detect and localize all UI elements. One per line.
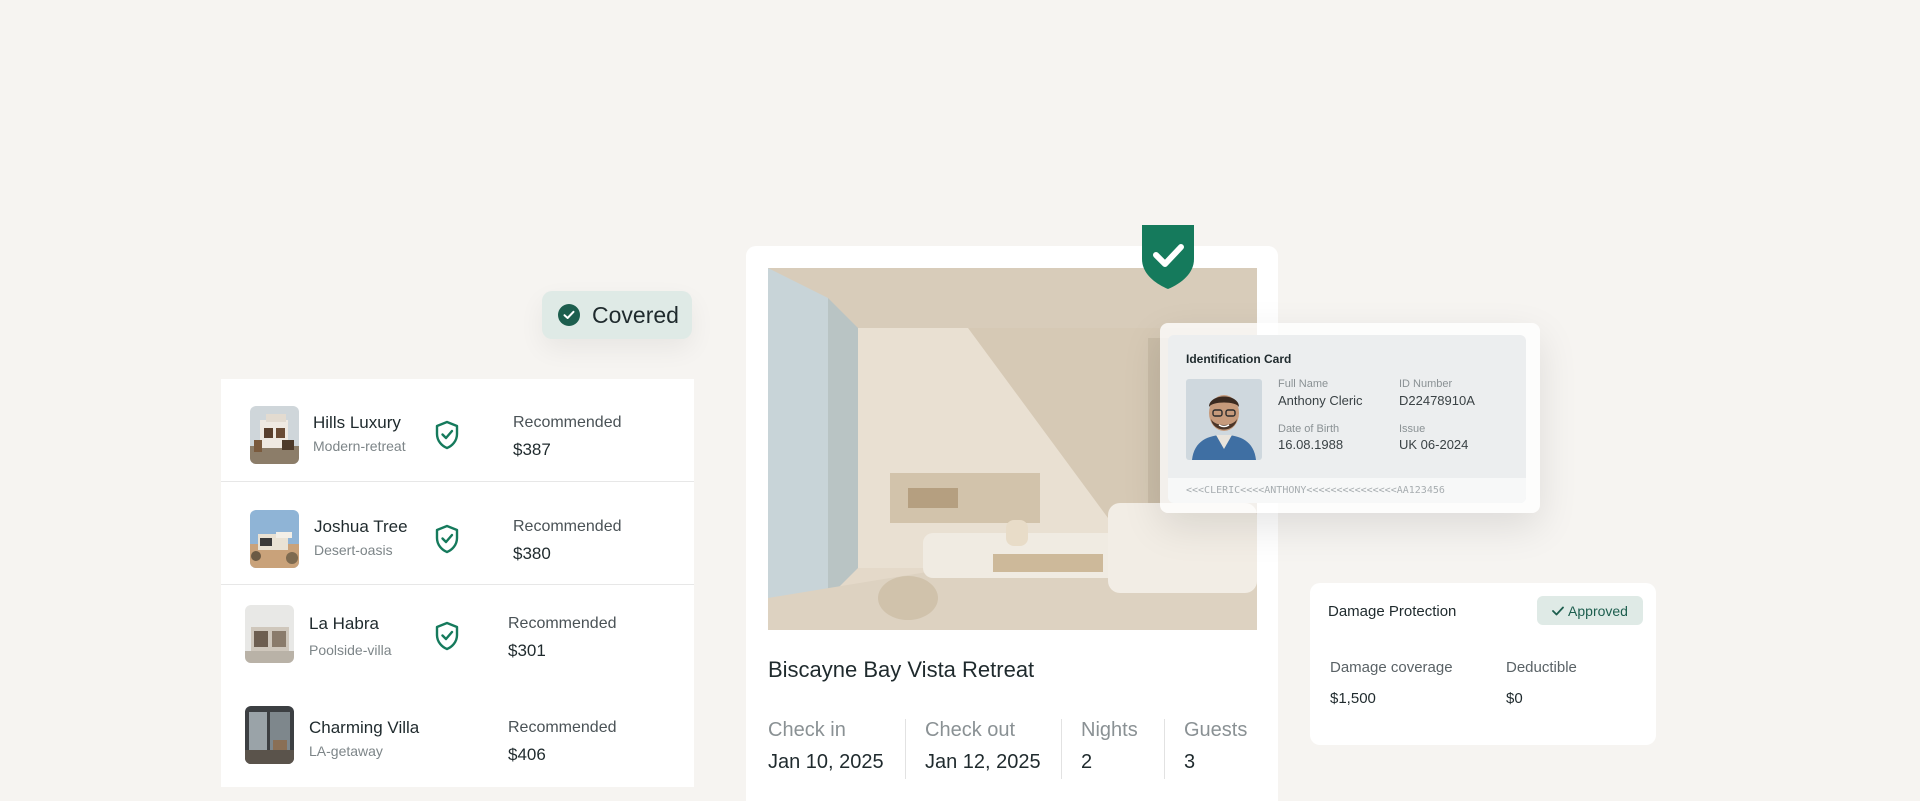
- listing-subtitle: Desert-oasis: [314, 542, 393, 558]
- stat-divider: [905, 719, 906, 779]
- identification-card: Identification Card Full Name Anthony Cl…: [1168, 335, 1526, 503]
- listing-price: $387: [513, 440, 551, 459]
- listing-name: Hills Luxury: [313, 413, 401, 432]
- full-name-label: Full Name: [1278, 378, 1329, 390]
- listing-thumbnail: [245, 706, 294, 764]
- listing-item[interactable]: Joshua Tree Desert-oasis Recommended $38…: [221, 482, 694, 585]
- check-icon: [1552, 603, 1564, 619]
- listing-name: Joshua Tree: [314, 517, 408, 536]
- shield-check-icon: [1138, 223, 1198, 291]
- damage-protection-card: Damage Protection Approved Damage covera…: [1310, 583, 1656, 745]
- shield-check-icon: [434, 524, 460, 554]
- dob-value: 16.08.1988: [1278, 437, 1344, 452]
- property-title: Biscayne Bay Vista Retreat: [768, 657, 1035, 682]
- id-portrait: [1186, 379, 1262, 460]
- id-number-label: ID Number: [1399, 378, 1453, 390]
- listing-item[interactable]: Charming Villa LA-getaway Recommended $4…: [221, 685, 694, 787]
- recommended-label: Recommended: [513, 414, 622, 431]
- listing-price: $380: [513, 544, 551, 563]
- id-card-title: Identification Card: [1186, 352, 1292, 366]
- nights-stat: Nights 2: [1081, 719, 1138, 779]
- listing-list: Hills Luxury Modern-retreat Recommended …: [221, 379, 694, 787]
- approved-badge: Approved: [1537, 596, 1643, 625]
- damage-coverage-value: $1,500: [1330, 690, 1376, 707]
- listing-subtitle: Poolside-villa: [309, 642, 392, 658]
- recommended-label: Recommended: [513, 518, 622, 535]
- guests-value: 3: [1184, 751, 1196, 773]
- listing-name: Charming Villa: [309, 718, 420, 737]
- listing-price: $301: [508, 641, 546, 660]
- nights-label: Nights: [1081, 719, 1138, 741]
- listing-subtitle: LA-getaway: [309, 743, 383, 759]
- check-out-value: Jan 12, 2025: [925, 751, 1041, 773]
- deductible-value: $0: [1506, 690, 1523, 707]
- damage-protection-title: Damage Protection: [1328, 603, 1457, 620]
- covered-badge: Covered: [542, 291, 692, 339]
- check-out-stat: Check out Jan 12, 2025: [925, 719, 1041, 779]
- listing-thumbnail: [245, 605, 294, 663]
- check-in-value: Jan 10, 2025: [768, 751, 884, 773]
- approved-label: Approved: [1568, 602, 1628, 619]
- booking-stats: Check in Jan 10, 2025 Check out Jan 12, …: [768, 719, 1268, 779]
- shield-check-icon: [434, 621, 460, 651]
- machine-readable-zone: <<<CLERIC<<<<ANTHONY<<<<<<<<<<<<<<<AA123…: [1168, 478, 1526, 503]
- listing-price: $406: [508, 745, 546, 764]
- listing-subtitle: Modern-retreat: [313, 438, 406, 454]
- covered-label: Covered: [592, 301, 679, 328]
- listing-item[interactable]: La Habra Poolside-villa Recommended $301: [221, 585, 694, 685]
- listing-thumbnail: [250, 510, 299, 568]
- dob-label: Date of Birth: [1278, 423, 1340, 435]
- stat-divider: [1164, 719, 1165, 779]
- check-circle-icon: [558, 304, 580, 326]
- listing-name: La Habra: [309, 614, 379, 633]
- check-out-label: Check out: [925, 719, 1016, 741]
- guests-stat: Guests 3: [1184, 719, 1247, 779]
- listing-item[interactable]: Hills Luxury Modern-retreat Recommended …: [221, 379, 694, 482]
- id-card-panel: Identification Card Full Name Anthony Cl…: [1160, 323, 1540, 513]
- issue-label: Issue: [1399, 423, 1426, 435]
- issue-value: UK 06-2024: [1399, 437, 1469, 452]
- recommended-label: Recommended: [508, 615, 617, 632]
- stat-divider: [1061, 719, 1062, 779]
- recommended-label: Recommended: [508, 719, 617, 736]
- full-name-value: Anthony Cleric: [1278, 393, 1363, 408]
- damage-coverage-label: Damage coverage: [1330, 659, 1453, 676]
- nights-value: 2: [1081, 751, 1093, 773]
- check-in-stat: Check in Jan 10, 2025: [768, 719, 884, 779]
- check-in-label: Check in: [768, 719, 846, 741]
- guests-label: Guests: [1184, 719, 1248, 741]
- id-number-value: D22478910A: [1399, 393, 1475, 408]
- deductible-label: Deductible: [1506, 659, 1577, 676]
- listing-thumbnail: [250, 406, 299, 464]
- shield-check-icon: [434, 420, 460, 450]
